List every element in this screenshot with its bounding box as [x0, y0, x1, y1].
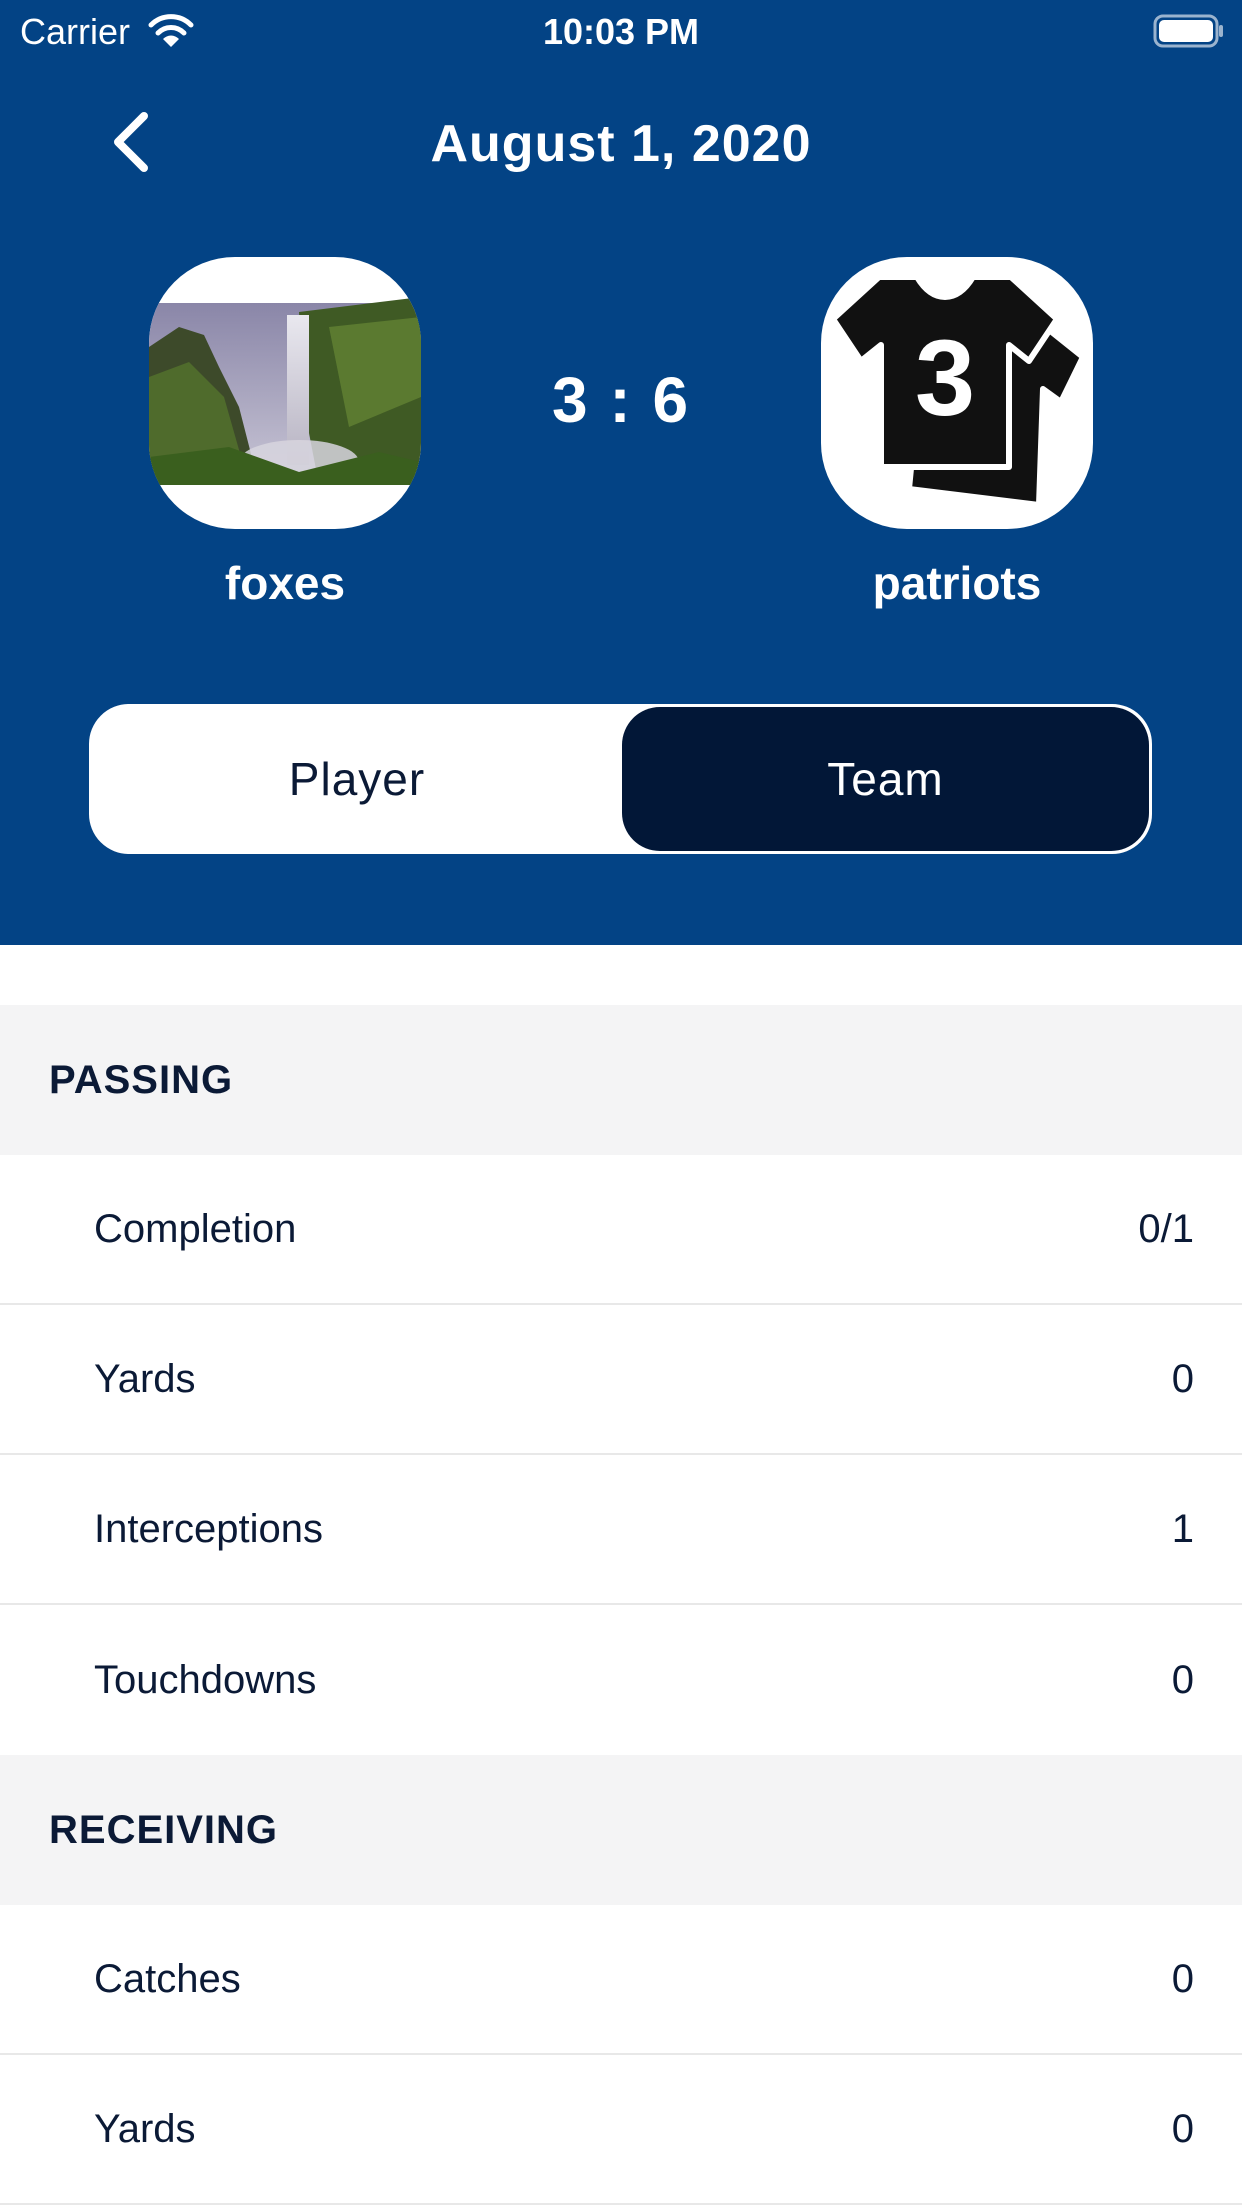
stat-row: Interceptions 1	[0, 1455, 1242, 1605]
stat-value: 0	[1171, 1657, 1194, 1702]
stat-label: Catches	[94, 1956, 241, 2001]
section-header-receiving: RECEIVING	[0, 1755, 1242, 1905]
away-team: 3 patriots	[821, 257, 1093, 609]
stat-label: Completion	[94, 1206, 297, 1251]
stats-list: PASSING Completion 0/1 Yards 0 Intercept…	[0, 1005, 1242, 2205]
stat-value: 0	[1171, 1356, 1194, 1401]
stat-row: Yards 0	[0, 2055, 1242, 2205]
view-segmented-control: Player Team	[89, 704, 1152, 854]
stat-label: Yards	[94, 1356, 196, 1401]
stat-label: Interceptions	[94, 1506, 324, 1551]
stat-row: Catches 0	[0, 1905, 1242, 2055]
status-time: 10:03 PM	[542, 11, 700, 52]
away-team-logo: 3	[821, 257, 1093, 529]
jersey-number: 3	[915, 317, 975, 438]
status-bar: Carrier 10:03 PM	[0, 0, 1242, 62]
away-team-name: patriots	[872, 557, 1042, 609]
segment-player[interactable]: Player	[92, 707, 622, 851]
stat-value: 0/1	[1138, 1206, 1194, 1251]
stat-value: 1	[1171, 1506, 1194, 1551]
stat-row: Yards 0	[0, 1305, 1242, 1455]
segment-team[interactable]: Team	[622, 707, 1149, 851]
battery-icon	[1153, 14, 1225, 48]
stat-row: Completion 0/1	[0, 1155, 1242, 1305]
jersey-3-icon: 3	[830, 274, 1086, 508]
stat-label: Touchdowns	[94, 1657, 317, 1702]
home-team-name: foxes	[224, 557, 346, 609]
match-header: Carrier 10:03 PM August 1, 2020 foxes 3 …	[0, 0, 1242, 945]
page-title: August 1, 2020	[430, 115, 812, 173]
stat-value: 0	[1171, 2106, 1194, 2151]
stat-label: Yards	[94, 2106, 196, 2151]
stat-value: 0	[1171, 1956, 1194, 2001]
section-header-passing: PASSING	[0, 1005, 1242, 1155]
stat-row: Touchdowns 0	[0, 1605, 1242, 1755]
